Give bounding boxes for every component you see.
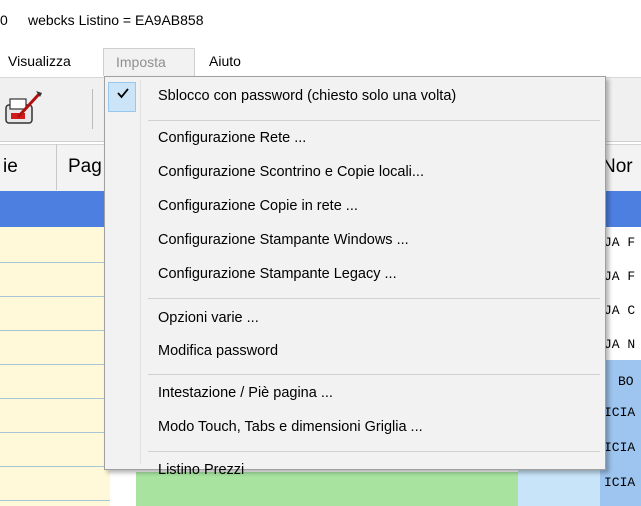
menu-item-config-rete[interactable]: Configurazione Rete ... [158,130,306,146]
title-prefix: 0 [0,12,8,28]
menu-aiuto[interactable]: Aiuto [209,48,269,74]
name-cell[interactable]: JA F [604,269,635,284]
row-divider [0,466,110,467]
menu-separator [148,374,600,375]
selected-row-cell[interactable] [600,191,641,227]
column-header-nome[interactable]: Nor [602,156,633,178]
menu-item-listino-prezzi[interactable]: Listino Prezzi [158,462,244,478]
row-divider [0,364,110,365]
name-cell[interactable]: BO [618,374,634,389]
column-header-ie[interactable]: ie [3,156,18,178]
menu-item-opzioni-varie[interactable]: Opzioni varie ... [158,310,259,326]
header-divider[interactable] [56,144,57,190]
name-cell[interactable]: JA F [604,235,635,250]
row-divider [0,296,110,297]
selected-row-cell[interactable] [0,191,110,227]
name-cell[interactable]: ICIA [604,440,635,455]
menu-gutter [140,80,141,464]
menu-bar: Visualizza Imposta Aiuto [0,48,641,76]
row-divider [0,500,110,501]
menu-separator [148,298,600,299]
row-divider [0,330,110,331]
menu-item-modifica-password[interactable]: Modifica password [158,343,278,359]
window-title: webcks Listino = EA9AB858 [28,12,204,28]
menu-item-modo-touch[interactable]: Modo Touch, Tabs e dimensioni Griglia ..… [158,419,423,435]
menu-item-sblocco-password[interactable]: Sblocco con password (chiesto solo una v… [158,88,456,104]
row-divider [0,398,110,399]
grid-column-left[interactable] [0,227,110,506]
menu-separator [148,120,600,121]
name-cell[interactable]: ICIA [604,405,635,420]
menu-visualizza[interactable]: Visualizza [0,48,100,74]
print-edit-icon[interactable] [0,87,48,131]
check-icon [116,86,130,105]
name-cell[interactable]: JA N [604,337,635,352]
menu-item-config-scontrino[interactable]: Configurazione Scontrino e Copie locali.… [158,164,424,180]
column-header-pag[interactable]: Pag [68,156,102,178]
menu-item-config-stampante-windows[interactable]: Configurazione Stampante Windows ... [158,232,409,248]
name-cell[interactable]: JA C [604,303,635,318]
menu-item-config-copie-rete[interactable]: Configurazione Copie in rete ... [158,198,358,214]
menu-item-config-stampante-legacy[interactable]: Configurazione Stampante Legacy ... [158,266,397,282]
name-cell[interactable]: ICIA [604,475,635,490]
row-divider [0,432,110,433]
toolbar-separator [92,89,93,129]
menu-separator [148,451,600,452]
row-divider [0,262,110,263]
menu-item-intestazione[interactable]: Intestazione / Piè pagina ... [158,385,333,401]
menu-imposta[interactable]: Imposta [103,48,195,76]
